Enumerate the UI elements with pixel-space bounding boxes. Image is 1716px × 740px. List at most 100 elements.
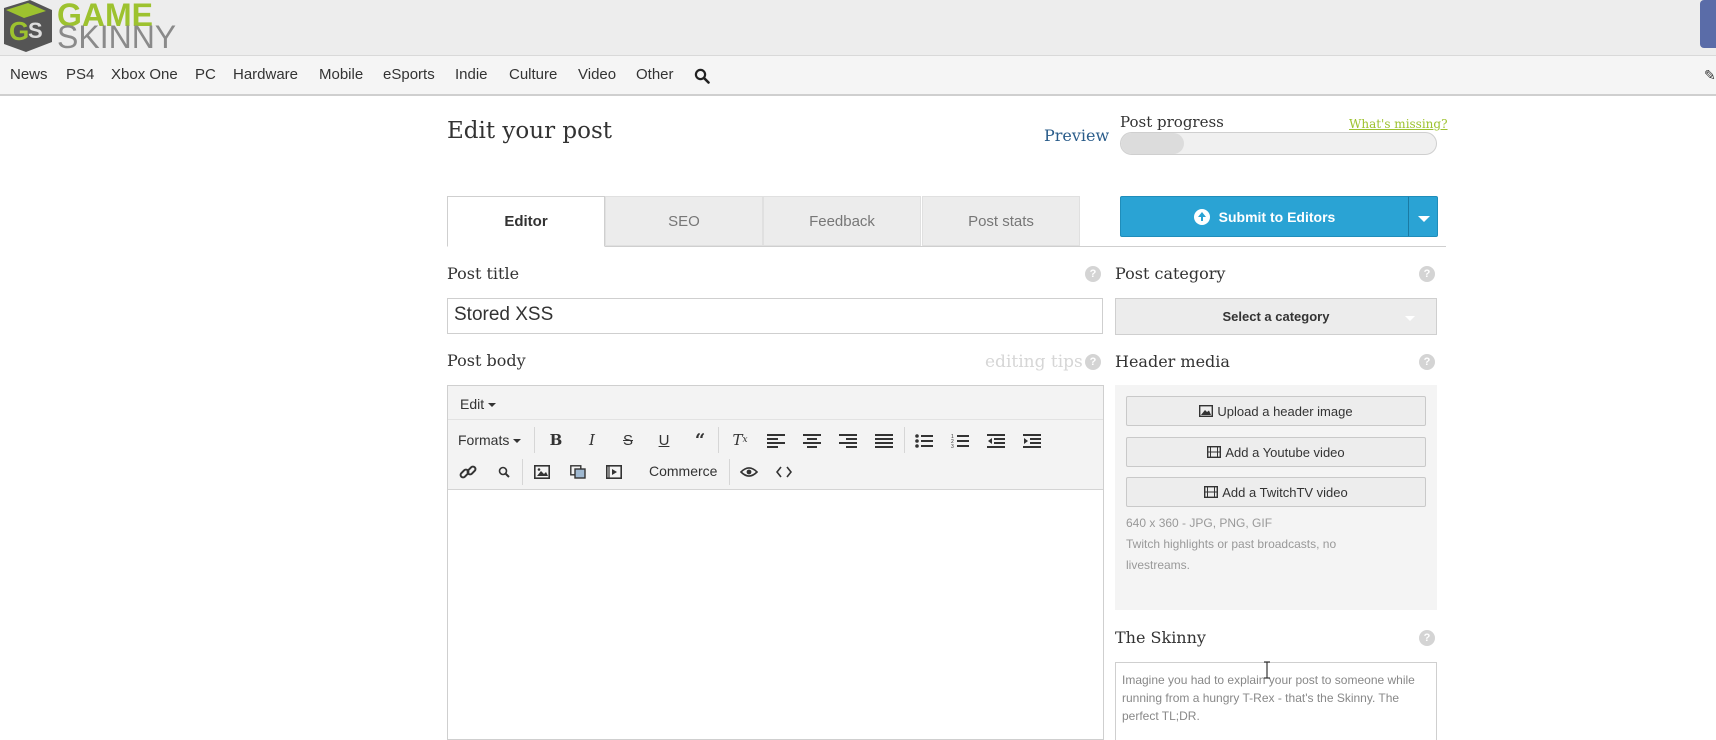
- blockquote-icon[interactable]: “: [686, 427, 714, 453]
- bold-icon[interactable]: B: [542, 427, 570, 453]
- svg-text:3: 3: [951, 444, 954, 449]
- add-youtube-video-button[interactable]: Add a Youtube video: [1126, 437, 1426, 467]
- formats-label: Formats: [458, 432, 510, 448]
- submit-options-toggle[interactable]: [1408, 196, 1438, 237]
- toolbar-separator: [718, 427, 719, 453]
- nav-item-xbox-one[interactable]: Xbox One: [111, 66, 178, 83]
- caret-down-icon: [1418, 216, 1430, 222]
- source-code-icon[interactable]: [776, 466, 792, 478]
- tab-feedback[interactable]: Feedback: [763, 196, 921, 246]
- gallery-icon[interactable]: [570, 465, 586, 479]
- nav-item-indie[interactable]: Indie: [455, 66, 488, 83]
- edit-menu-label: Edit: [460, 396, 485, 412]
- media-size-note: 640 x 360 - JPG, PNG, GIF: [1126, 516, 1273, 530]
- strikethrough-icon[interactable]: S: [614, 427, 642, 453]
- underline-icon[interactable]: U: [650, 427, 678, 453]
- post-body-label: Post body: [447, 351, 526, 370]
- help-icon[interactable]: ?: [1419, 630, 1435, 646]
- align-right-icon[interactable]: [839, 434, 857, 448]
- svg-text:G: G: [9, 16, 29, 46]
- nav-item-pc[interactable]: PC: [195, 66, 216, 83]
- header-media-panel: Upload a header image Add a Youtube vide…: [1115, 385, 1437, 610]
- nav-item-esports[interactable]: eSports: [383, 66, 435, 83]
- caret-down-icon: [1405, 316, 1415, 321]
- pencil-icon[interactable]: ✎: [1704, 67, 1716, 84]
- toolbar-separator: [522, 459, 523, 485]
- add-twitchtv-video-label: Add a TwitchTV video: [1222, 484, 1348, 500]
- bullet-list-icon[interactable]: [915, 434, 933, 448]
- nav-item-hardware[interactable]: Hardware: [233, 66, 298, 83]
- italic-icon[interactable]: I: [578, 427, 606, 453]
- search-icon[interactable]: [694, 68, 710, 84]
- find-icon[interactable]: [498, 466, 510, 478]
- submit-label: Submit to Editors: [1218, 208, 1336, 225]
- the-skinny-textarea[interactable]: Imagine you had to explain your post to …: [1115, 662, 1437, 740]
- toolbar-separator: [729, 459, 730, 485]
- align-center-icon[interactable]: [803, 434, 821, 448]
- nav-item-other[interactable]: Other: [636, 66, 674, 83]
- submit-to-editors-button[interactable]: Submit to Editors: [1120, 196, 1408, 237]
- caret-down-icon: [488, 403, 497, 408]
- indent-icon[interactable]: [1023, 434, 1041, 448]
- user-avatar[interactable]: [1700, 0, 1716, 48]
- post-progress-fill: [1121, 133, 1184, 154]
- tab-post-stats[interactable]: Post stats: [922, 196, 1080, 246]
- clear-formatting-icon[interactable]: Tx: [726, 427, 754, 453]
- header-media-label: Header media: [1115, 352, 1230, 371]
- upload-header-image-button[interactable]: Upload a header image: [1126, 396, 1426, 426]
- editing-tips-link[interactable]: editing tips: [985, 352, 1083, 372]
- add-twitchtv-video-button[interactable]: Add a TwitchTV video: [1126, 477, 1426, 507]
- logo-text-skinny[interactable]: SKINNY: [57, 21, 176, 53]
- film-icon: [1207, 446, 1222, 458]
- help-icon[interactable]: ?: [1085, 354, 1101, 370]
- media-icon[interactable]: [606, 465, 622, 479]
- numbered-list-icon[interactable]: 123: [951, 433, 969, 449]
- preview-link[interactable]: Preview: [1044, 126, 1109, 145]
- nav-item-video[interactable]: Video: [578, 66, 616, 83]
- the-skinny-label: The Skinny: [1115, 628, 1206, 647]
- editor-toolbar: Edit Formats B I S U “ Tx 123 Commerce: [448, 386, 1103, 490]
- film-icon: [1204, 486, 1219, 498]
- post-title-input[interactable]: Stored XSS: [447, 298, 1103, 334]
- category-select[interactable]: Select a category: [1115, 298, 1437, 335]
- image-icon: [1199, 405, 1214, 417]
- post-category-label: Post category: [1115, 264, 1226, 283]
- caret-down-icon: [513, 439, 522, 444]
- preview-eye-icon[interactable]: [740, 466, 758, 478]
- main-nav: News PS4 Xbox One PC Hardware Mobile eSp…: [0, 56, 1716, 96]
- help-icon[interactable]: ?: [1085, 266, 1101, 282]
- edit-menu[interactable]: Edit: [460, 396, 497, 412]
- toolbar-separator: [534, 427, 535, 453]
- tab-editor[interactable]: Editor: [447, 196, 605, 247]
- upload-circle-icon: [1193, 208, 1210, 225]
- post-progress-label: Post progress: [1120, 113, 1224, 131]
- help-icon[interactable]: ?: [1419, 266, 1435, 282]
- logo-mark-icon[interactable]: G S: [0, 0, 54, 52]
- editor-menubar: Edit: [448, 386, 1103, 420]
- editor-content-area[interactable]: [448, 491, 1103, 740]
- nav-item-ps4[interactable]: PS4: [66, 66, 94, 83]
- align-justify-icon[interactable]: [875, 434, 893, 448]
- page-title: Edit your post: [447, 118, 612, 144]
- text-cursor-icon: [1264, 661, 1270, 679]
- outdent-icon[interactable]: [987, 434, 1005, 448]
- tab-seo[interactable]: SEO: [605, 196, 763, 246]
- nav-item-mobile[interactable]: Mobile: [319, 66, 363, 83]
- toolbar-separator: [904, 427, 905, 453]
- formats-dropdown[interactable]: Formats: [458, 432, 522, 448]
- twitch-note: Twitch highlights or past broadcasts, no…: [1126, 537, 1337, 572]
- whats-missing-link[interactable]: What's missing?: [1349, 117, 1448, 131]
- commerce-button[interactable]: Commerce: [649, 463, 717, 479]
- link-icon[interactable]: [459, 463, 477, 481]
- upload-header-image-label: Upload a header image: [1217, 403, 1353, 419]
- help-icon[interactable]: ?: [1419, 354, 1435, 370]
- site-header: G S GAME SKINNY: [0, 0, 1716, 56]
- align-left-icon[interactable]: [767, 434, 785, 448]
- nav-item-culture[interactable]: Culture: [509, 66, 557, 83]
- post-progress-bar: [1120, 132, 1437, 155]
- rich-text-editor: Edit Formats B I S U “ Tx 123 Commerce: [447, 385, 1104, 740]
- add-youtube-video-label: Add a Youtube video: [1225, 444, 1345, 460]
- image-icon[interactable]: [534, 465, 550, 479]
- nav-item-news[interactable]: News: [10, 66, 48, 83]
- post-title-label: Post title: [447, 264, 520, 283]
